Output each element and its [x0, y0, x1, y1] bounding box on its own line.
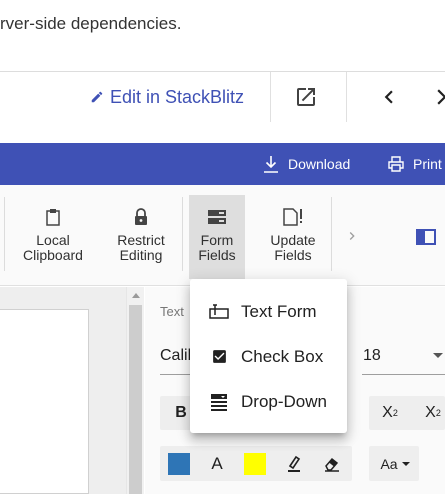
- check-box-icon: [209, 348, 229, 365]
- text-form-icon: [209, 303, 229, 320]
- highlight-color-swatch[interactable]: [168, 453, 190, 475]
- print-label: Print: [413, 156, 442, 172]
- form-fields-button[interactable]: Form Fields: [189, 195, 245, 279]
- menu-item-label: Check Box: [241, 346, 324, 366]
- editor-toolbar: Local Clipboard Restrict Editing Form Fi…: [0, 185, 445, 286]
- toolbar-separator: [4, 197, 5, 271]
- font-color-button[interactable]: A: [207, 447, 227, 481]
- close-icon[interactable]: [432, 84, 445, 110]
- toolbar-separator: [331, 197, 332, 271]
- menu-item-check-box[interactable]: Check Box: [190, 334, 347, 379]
- menu-item-text-form[interactable]: Text Form: [190, 289, 347, 334]
- eraser-icon[interactable]: [322, 447, 342, 481]
- chevron-left-icon[interactable]: [376, 84, 402, 110]
- update-fields-label-1: Update: [270, 232, 316, 248]
- scroll-up-arrow-icon[interactable]: [132, 293, 140, 298]
- app-title-bar: Download Print: [0, 143, 445, 185]
- font-size-underline: [362, 374, 445, 375]
- subscript-button[interactable]: X2: [421, 396, 445, 430]
- update-fields-button[interactable]: Update Fields: [257, 195, 329, 279]
- edit-in-stackblitz-label: Edit in StackBlitz: [110, 86, 245, 107]
- form-fields-label-2: Fields: [198, 247, 236, 263]
- intro-text: rver-side dependencies.: [0, 14, 182, 33]
- local-clipboard-label-2: Clipboard: [23, 247, 83, 263]
- menu-item-label: Text Form: [241, 301, 317, 321]
- superscript-mark: 2: [392, 408, 398, 418]
- change-case-button[interactable]: Aa: [375, 447, 415, 481]
- restrict-editing-label-2: Editing: [119, 247, 163, 263]
- clipboard-icon: [45, 201, 61, 233]
- restrict-editing-label-1: Restrict: [117, 232, 165, 248]
- change-case-dropdown-icon: [401, 462, 410, 466]
- drop-down-icon: [209, 393, 229, 411]
- download-label: Download: [288, 156, 351, 172]
- chevron-right-icon[interactable]: [344, 228, 360, 249]
- print-button[interactable]: Print: [388, 143, 442, 185]
- subscript-mark: 2: [435, 408, 441, 418]
- intro-section: rver-side dependencies.: [0, 0, 445, 72]
- open-in-new-icon[interactable]: [293, 84, 319, 110]
- demo-toolbar: Edit in StackBlitz: [0, 72, 445, 122]
- toolbar-divider: [346, 72, 347, 122]
- lock-icon: [134, 201, 148, 233]
- highlighter-icon[interactable]: [284, 447, 304, 481]
- form-fields-icon: [207, 201, 227, 233]
- download-icon: [264, 156, 278, 173]
- font-size-dropdown-arrow-icon[interactable]: [433, 353, 443, 358]
- change-case-label: Aa: [380, 456, 398, 472]
- restrict-editing-button[interactable]: Restrict Editing: [105, 195, 177, 279]
- pencil-icon: [91, 91, 103, 103]
- superscript-label: X: [382, 404, 393, 421]
- scrollbar-thumb[interactable]: [129, 305, 142, 494]
- properties-pane-toggle-icon[interactable]: [416, 229, 436, 250]
- form-fields-menu: Text Form Check Box Drop-Down: [190, 279, 347, 433]
- edit-in-stackblitz-link[interactable]: Edit in StackBlitz: [90, 84, 244, 110]
- local-clipboard-label-1: Local: [36, 232, 70, 248]
- form-fields-label-1: Form: [200, 232, 234, 248]
- download-button[interactable]: Download: [263, 143, 350, 185]
- menu-item-drop-down[interactable]: Drop-Down: [190, 379, 347, 424]
- menu-item-label: Drop-Down: [241, 391, 327, 411]
- font-size-select[interactable]: 18: [363, 347, 381, 365]
- toolbar-divider: [270, 72, 271, 122]
- toolbar-separator: [182, 197, 183, 271]
- print-icon: [388, 156, 404, 172]
- text-highlight-swatch[interactable]: [244, 453, 266, 475]
- document-canvas[interactable]: [0, 287, 126, 494]
- update-fields-label-2: Fields: [274, 247, 312, 263]
- update-fields-icon: [282, 201, 304, 233]
- superscript-button[interactable]: X2: [375, 396, 405, 430]
- properties-title: Text: [160, 304, 184, 319]
- document-page[interactable]: [0, 309, 89, 494]
- document-scrollbar[interactable]: [126, 287, 144, 494]
- local-clipboard-button[interactable]: Local Clipboard: [17, 195, 89, 279]
- subscript-label: X: [425, 404, 436, 421]
